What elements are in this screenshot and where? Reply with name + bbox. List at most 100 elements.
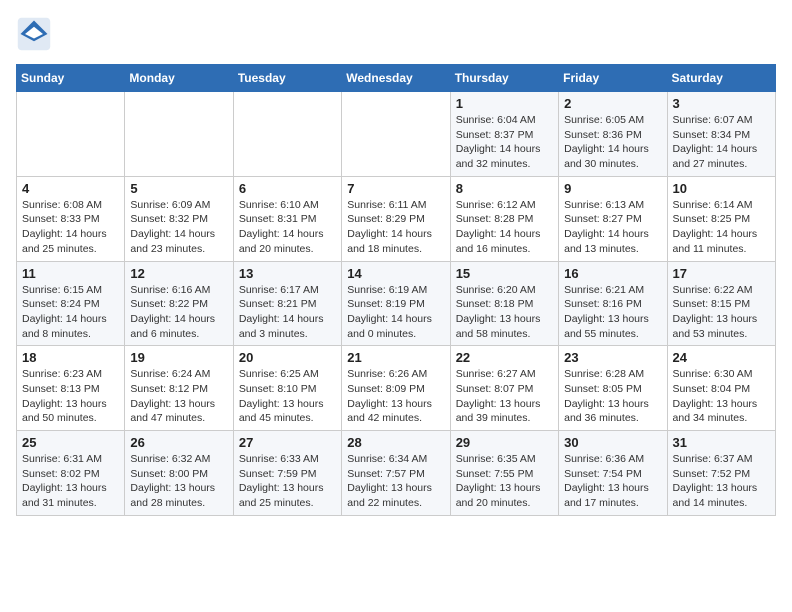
day-detail: Sunrise: 6:13 AM Sunset: 8:27 PM Dayligh… [564, 198, 661, 257]
calendar-cell: 31 Sunrise: 6:37 AM Sunset: 7:52 PM Dayli… [667, 431, 775, 516]
day-number: 14 [347, 266, 444, 281]
day-number: 12 [130, 266, 227, 281]
calendar-cell: 11 Sunrise: 6:15 AM Sunset: 8:24 PM Dayli… [17, 261, 125, 346]
day-detail: Sunrise: 6:26 AM Sunset: 8:09 PM Dayligh… [347, 367, 444, 426]
day-number: 23 [564, 350, 661, 365]
weekday-header-friday: Friday [559, 65, 667, 92]
day-number: 3 [673, 96, 770, 111]
day-detail: Sunrise: 6:11 AM Sunset: 8:29 PM Dayligh… [347, 198, 444, 257]
calendar-cell: 25Sunrise: 6:31 AM Sunset: 8:02 PM Dayli… [17, 431, 125, 516]
calendar-cell [233, 92, 341, 177]
day-detail: Sunrise: 6:09 AM Sunset: 8:32 PM Dayligh… [130, 198, 227, 257]
day-number: 9 [564, 181, 661, 196]
day-detail: Sunrise: 6:33 AM Sunset: 7:59 PM Dayligh… [239, 452, 336, 511]
day-detail: Sunrise: 6:20 AM Sunset: 8:18 PM Dayligh… [456, 283, 553, 342]
calendar-cell: 26 Sunrise: 6:32 AM Sunset: 8:00 PM Dayli… [125, 431, 233, 516]
day-number: 25 [22, 435, 119, 450]
day-number: 11 [22, 266, 119, 281]
day-number: 19 [130, 350, 227, 365]
day-number: 5 [130, 181, 227, 196]
calendar-cell: 28 Sunrise: 6:34 AM Sunset: 7:57 PM Dayli… [342, 431, 450, 516]
day-detail: Sunrise: 6:23 AM Sunset: 8:13 PM Dayligh… [22, 367, 119, 426]
day-number: 13 [239, 266, 336, 281]
calendar-header: SundayMondayTuesdayWednesdayThursdayFrid… [17, 65, 776, 92]
calendar-cell: 21 Sunrise: 6:26 AM Sunset: 8:09 PM Dayli… [342, 346, 450, 431]
calendar-cell [125, 92, 233, 177]
weekday-header-thursday: Thursday [450, 65, 558, 92]
calendar-week-5: 25Sunrise: 6:31 AM Sunset: 8:02 PM Dayli… [17, 431, 776, 516]
day-number: 15 [456, 266, 553, 281]
calendar-cell: 16 Sunrise: 6:21 AM Sunset: 8:16 PM Dayli… [559, 261, 667, 346]
weekday-header-sunday: Sunday [17, 65, 125, 92]
calendar-cell [17, 92, 125, 177]
calendar-week-2: 4 Sunrise: 6:08 AM Sunset: 8:33 PM Daylig… [17, 176, 776, 261]
day-number: 4 [22, 181, 119, 196]
day-detail: Sunrise: 6:28 AM Sunset: 8:05 PM Dayligh… [564, 367, 661, 426]
calendar-week-1: 1Sunrise: 6:04 AM Sunset: 8:37 PM Daylig… [17, 92, 776, 177]
calendar-cell: 24 Sunrise: 6:30 AM Sunset: 8:04 PM Dayli… [667, 346, 775, 431]
day-number: 7 [347, 181, 444, 196]
calendar-cell: 1Sunrise: 6:04 AM Sunset: 8:37 PM Daylig… [450, 92, 558, 177]
calendar-cell: 8Sunrise: 6:12 AM Sunset: 8:28 PM Daylig… [450, 176, 558, 261]
day-detail: Sunrise: 6:25 AM Sunset: 8:10 PM Dayligh… [239, 367, 336, 426]
calendar-cell: 23 Sunrise: 6:28 AM Sunset: 8:05 PM Dayli… [559, 346, 667, 431]
calendar-cell: 18 Sunrise: 6:23 AM Sunset: 8:13 PM Dayli… [17, 346, 125, 431]
calendar-cell: 15 Sunrise: 6:20 AM Sunset: 8:18 PM Dayli… [450, 261, 558, 346]
day-detail: Sunrise: 6:36 AM Sunset: 7:54 PM Dayligh… [564, 452, 661, 511]
calendar-cell: 29 Sunrise: 6:35 AM Sunset: 7:55 PM Dayli… [450, 431, 558, 516]
calendar-cell: 17Sunrise: 6:22 AM Sunset: 8:15 PM Dayli… [667, 261, 775, 346]
calendar-cell: 13 Sunrise: 6:17 AM Sunset: 8:21 PM Dayli… [233, 261, 341, 346]
day-number: 18 [22, 350, 119, 365]
calendar-cell: 14Sunrise: 6:19 AM Sunset: 8:19 PM Dayli… [342, 261, 450, 346]
weekday-header-tuesday: Tuesday [233, 65, 341, 92]
day-number: 16 [564, 266, 661, 281]
calendar-cell: 12 Sunrise: 6:16 AM Sunset: 8:22 PM Dayli… [125, 261, 233, 346]
day-detail: Sunrise: 6:07 AM Sunset: 8:34 PM Dayligh… [673, 113, 770, 172]
day-number: 21 [347, 350, 444, 365]
weekday-header-saturday: Saturday [667, 65, 775, 92]
day-detail: Sunrise: 6:30 AM Sunset: 8:04 PM Dayligh… [673, 367, 770, 426]
calendar-table: SundayMondayTuesdayWednesdayThursdayFrid… [16, 64, 776, 516]
day-detail: Sunrise: 6:21 AM Sunset: 8:16 PM Dayligh… [564, 283, 661, 342]
day-detail: Sunrise: 6:27 AM Sunset: 8:07 PM Dayligh… [456, 367, 553, 426]
day-detail: Sunrise: 6:15 AM Sunset: 8:24 PM Dayligh… [22, 283, 119, 342]
day-number: 2 [564, 96, 661, 111]
day-number: 30 [564, 435, 661, 450]
calendar-cell [342, 92, 450, 177]
day-number: 26 [130, 435, 227, 450]
calendar-cell: 2 Sunrise: 6:05 AM Sunset: 8:36 PM Daylig… [559, 92, 667, 177]
day-number: 24 [673, 350, 770, 365]
day-number: 29 [456, 435, 553, 450]
calendar-cell: 4 Sunrise: 6:08 AM Sunset: 8:33 PM Daylig… [17, 176, 125, 261]
day-detail: Sunrise: 6:16 AM Sunset: 8:22 PM Dayligh… [130, 283, 227, 342]
day-detail: Sunrise: 6:05 AM Sunset: 8:36 PM Dayligh… [564, 113, 661, 172]
calendar-cell: 20Sunrise: 6:25 AM Sunset: 8:10 PM Dayli… [233, 346, 341, 431]
day-detail: Sunrise: 6:35 AM Sunset: 7:55 PM Dayligh… [456, 452, 553, 511]
calendar-cell: 22 Sunrise: 6:27 AM Sunset: 8:07 PM Dayli… [450, 346, 558, 431]
calendar-cell: 5 Sunrise: 6:09 AM Sunset: 8:32 PM Daylig… [125, 176, 233, 261]
day-detail: Sunrise: 6:17 AM Sunset: 8:21 PM Dayligh… [239, 283, 336, 342]
weekday-header-wednesday: Wednesday [342, 65, 450, 92]
calendar-week-3: 11 Sunrise: 6:15 AM Sunset: 8:24 PM Dayli… [17, 261, 776, 346]
day-number: 8 [456, 181, 553, 196]
day-detail: Sunrise: 6:34 AM Sunset: 7:57 PM Dayligh… [347, 452, 444, 511]
day-detail: Sunrise: 6:32 AM Sunset: 8:00 PM Dayligh… [130, 452, 227, 511]
calendar-week-4: 18 Sunrise: 6:23 AM Sunset: 8:13 PM Dayli… [17, 346, 776, 431]
day-detail: Sunrise: 6:14 AM Sunset: 8:25 PM Dayligh… [673, 198, 770, 257]
weekday-header-monday: Monday [125, 65, 233, 92]
logo [16, 16, 58, 52]
day-number: 27 [239, 435, 336, 450]
calendar-cell: 19 Sunrise: 6:24 AM Sunset: 8:12 PM Dayli… [125, 346, 233, 431]
day-detail: Sunrise: 6:37 AM Sunset: 7:52 PM Dayligh… [673, 452, 770, 511]
day-detail: Sunrise: 6:22 AM Sunset: 8:15 PM Dayligh… [673, 283, 770, 342]
calendar-cell: 3 Sunrise: 6:07 AM Sunset: 8:34 PM Daylig… [667, 92, 775, 177]
day-number: 31 [673, 435, 770, 450]
logo-icon [16, 16, 52, 52]
calendar-cell: 27 Sunrise: 6:33 AM Sunset: 7:59 PM Dayli… [233, 431, 341, 516]
day-detail: Sunrise: 6:24 AM Sunset: 8:12 PM Dayligh… [130, 367, 227, 426]
day-detail: Sunrise: 6:08 AM Sunset: 8:33 PM Dayligh… [22, 198, 119, 257]
calendar-cell: 7 Sunrise: 6:11 AM Sunset: 8:29 PM Daylig… [342, 176, 450, 261]
calendar-cell: 9 Sunrise: 6:13 AM Sunset: 8:27 PM Daylig… [559, 176, 667, 261]
day-number: 28 [347, 435, 444, 450]
day-number: 22 [456, 350, 553, 365]
